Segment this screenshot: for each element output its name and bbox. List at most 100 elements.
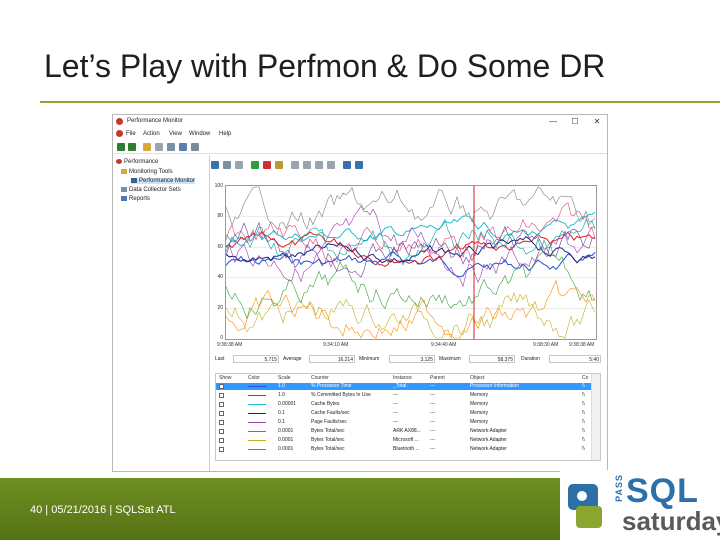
freeze-display-icon[interactable] bbox=[343, 161, 351, 169]
color-swatch bbox=[248, 422, 266, 423]
duration-label: Duration bbox=[521, 356, 540, 362]
back-arrow-icon[interactable] bbox=[117, 143, 125, 151]
graph-plot-area bbox=[225, 186, 596, 340]
properties-icon[interactable] bbox=[155, 143, 163, 151]
logo-pass-text: PASS bbox=[614, 474, 624, 502]
instance-cell: _Total bbox=[393, 383, 407, 389]
show-checkbox[interactable] bbox=[219, 429, 224, 434]
y-tick-label: 100 bbox=[214, 183, 223, 189]
tree-item-monitoring-tools[interactable]: Monitoring Tools bbox=[121, 169, 173, 175]
column-header-color[interactable]: Color bbox=[248, 375, 260, 381]
view-graph-icon[interactable] bbox=[211, 161, 219, 169]
table-row[interactable]: 0.1 Page Faults/sec --- --- Memory \\ bbox=[216, 419, 592, 426]
object-cell: Memory bbox=[470, 410, 489, 416]
counter-cell: % Processor Time bbox=[311, 383, 352, 389]
scale-cell: 1.0 bbox=[278, 383, 285, 389]
minimize-button[interactable]: — bbox=[545, 116, 561, 127]
tree-item-label: Reports bbox=[129, 196, 151, 202]
tree-item-label: Monitoring Tools bbox=[129, 169, 173, 175]
table-row[interactable]: 1.0 % Processor Time _Total --- Processor In… bbox=[216, 383, 592, 390]
computer-cell: \\ bbox=[582, 419, 585, 425]
column-header-instance[interactable]: Instance bbox=[393, 375, 412, 381]
scale-cell: 0.0001 bbox=[278, 428, 294, 434]
properties-icon[interactable] bbox=[315, 161, 323, 169]
perfmon-app-icon bbox=[116, 118, 123, 125]
column-header-show[interactable]: Show bbox=[219, 375, 232, 381]
tree-item-label: Data Collector Sets bbox=[129, 187, 181, 193]
show-checkbox[interactable] bbox=[219, 402, 224, 407]
y-tick-label: 20 bbox=[217, 305, 223, 311]
table-row[interactable]: 0.00001 Cache Bytes --- --- Memory \\ bbox=[216, 401, 592, 408]
show-checkbox[interactable] bbox=[219, 447, 224, 452]
table-row[interactable]: 0.0001 Bytes Total/sec Microsoft ... --- Net… bbox=[216, 437, 592, 444]
window-title: Performance Monitor bbox=[127, 118, 184, 124]
menu-file[interactable]: File bbox=[126, 131, 136, 137]
scale-cell: 0.00001 bbox=[278, 401, 297, 407]
color-swatch bbox=[248, 440, 266, 441]
maximum-value: 58.375 bbox=[469, 355, 515, 363]
show-checkbox[interactable] bbox=[219, 438, 224, 443]
average-value: 16.214 bbox=[309, 355, 355, 363]
help-icon[interactable] bbox=[179, 143, 187, 151]
window-icon[interactable] bbox=[191, 143, 199, 151]
stats-bar: Last 5.715 Average 16.214 Minimum 3.125 … bbox=[213, 355, 605, 365]
table-row[interactable]: 0.1 Cache Faults/sec --- --- Memory \\ bbox=[216, 410, 592, 417]
color-swatch bbox=[248, 431, 266, 432]
export-icon[interactable] bbox=[167, 143, 175, 151]
column-header-counter[interactable]: Counter bbox=[311, 375, 329, 381]
column-header-object[interactable]: Object bbox=[470, 375, 484, 381]
source-icon[interactable] bbox=[235, 161, 243, 169]
tree-item-reports[interactable]: Reports bbox=[121, 196, 150, 202]
table-row[interactable]: 0.0001 Bytes Total/sec ARK AX88... --- Netwo… bbox=[216, 428, 592, 435]
menu-action[interactable]: Action bbox=[143, 131, 160, 137]
tree-item-performance[interactable]: Performance bbox=[116, 159, 158, 165]
folder-icon[interactable] bbox=[143, 143, 151, 151]
instance-cell: Bluetooth ... bbox=[393, 446, 420, 452]
update-data-icon[interactable] bbox=[355, 161, 363, 169]
perfmon-line-graph[interactable] bbox=[225, 185, 597, 340]
highlight-icon[interactable] bbox=[275, 161, 283, 169]
menu-view[interactable]: View bbox=[169, 131, 182, 137]
footer-text: 40 | 05/21/2016 | SQLSat ATL bbox=[30, 504, 176, 516]
maximize-button[interactable]: ☐ bbox=[567, 116, 583, 127]
tree-item-data-collector-sets[interactable]: Data Collector Sets bbox=[121, 187, 181, 193]
table-vertical-scrollbar[interactable] bbox=[591, 374, 600, 460]
zoom-icon[interactable] bbox=[327, 161, 335, 169]
performance-icon bbox=[116, 159, 122, 164]
instance-cell: ARK AX88... bbox=[393, 428, 421, 434]
column-header-parent[interactable]: Parent bbox=[430, 375, 445, 381]
perfmon-menu-icon bbox=[116, 130, 123, 137]
show-checkbox[interactable] bbox=[219, 420, 224, 425]
tree-item-performance-monitor[interactable]: Performance Monitor bbox=[131, 178, 196, 184]
menu-window[interactable]: Window bbox=[189, 131, 210, 137]
scale-cell: 0.0001 bbox=[278, 446, 294, 452]
counter-trace bbox=[225, 202, 596, 268]
change-graph-type-icon[interactable] bbox=[223, 161, 231, 169]
paste-icon[interactable] bbox=[303, 161, 311, 169]
table-row[interactable]: 0.0001 Bytes Total/sec Bluetooth ... --- Net… bbox=[216, 446, 592, 453]
show-checkbox[interactable] bbox=[219, 411, 224, 416]
parent-cell: --- bbox=[430, 446, 435, 452]
scale-cell: 1.0 bbox=[278, 392, 285, 398]
counter-trace bbox=[225, 279, 596, 339]
delete-counter-icon[interactable] bbox=[263, 161, 271, 169]
copy-icon[interactable] bbox=[291, 161, 299, 169]
x-tick-label: 9:38:38 AM bbox=[569, 342, 595, 348]
table-row[interactable]: 1.0 % Committed Bytes In Use --- --- Memory \… bbox=[216, 392, 592, 399]
chart-icon bbox=[131, 178, 137, 183]
object-cell: Processor Information bbox=[470, 383, 519, 389]
forward-arrow-icon[interactable] bbox=[128, 143, 136, 151]
show-checkbox[interactable] bbox=[219, 393, 224, 398]
navigation-tree: Performance Monitoring Tools Performance… bbox=[113, 155, 210, 471]
column-header-computer[interactable]: Co bbox=[582, 375, 588, 381]
column-header-scale[interactable]: Scale bbox=[278, 375, 291, 381]
close-button[interactable]: ✕ bbox=[589, 116, 605, 127]
parent-cell: --- bbox=[430, 392, 435, 398]
menu-help[interactable]: Help bbox=[219, 131, 231, 137]
last-value: 5.715 bbox=[233, 355, 279, 363]
x-tick-label: 9:38:38 AM bbox=[217, 342, 243, 348]
add-counter-icon[interactable] bbox=[251, 161, 259, 169]
counter-trace bbox=[225, 186, 596, 235]
show-checkbox[interactable] bbox=[219, 384, 224, 389]
y-tick-label: 40 bbox=[217, 274, 223, 280]
